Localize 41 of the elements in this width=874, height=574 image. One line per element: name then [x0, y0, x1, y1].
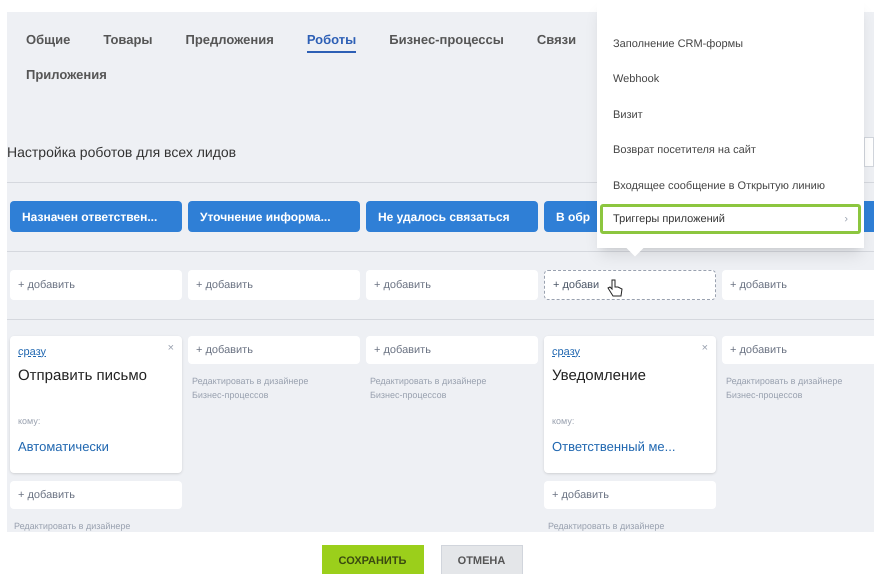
- cancel-button[interactable]: ОТМЕНА: [440, 545, 522, 574]
- add-trigger-button[interactable]: + добавить: [366, 270, 538, 300]
- add-trigger-button[interactable]: + добави: [544, 270, 716, 300]
- save-button[interactable]: СОХРАНИТЬ: [322, 545, 424, 574]
- menu-item[interactable]: Входящее сообщение в Открытую линию: [600, 168, 861, 204]
- menu-item[interactable]: Визит: [600, 97, 861, 133]
- recipient-value[interactable]: Ответственный ме...: [552, 436, 708, 456]
- stage-header[interactable]: Уточнение информа...: [188, 201, 360, 232]
- menu-item[interactable]: Заполнение CRM-формы: [600, 26, 861, 62]
- delay-link[interactable]: сразу: [18, 344, 46, 360]
- tab[interactable]: Общие: [26, 30, 70, 52]
- tab[interactable]: Связи: [536, 30, 576, 52]
- add-trigger-button[interactable]: + добавить: [10, 270, 182, 300]
- add-robot-button[interactable]: + добавить: [188, 336, 360, 364]
- hand-cursor-icon: [607, 279, 623, 297]
- robot-name: Уведомление: [552, 366, 648, 386]
- recipient-label: кому:: [18, 415, 42, 428]
- recipient-value[interactable]: Автоматически: [18, 436, 174, 456]
- robot-name: Отправить письмо: [18, 366, 148, 386]
- add-trigger-button[interactable]: + добавить: [722, 270, 874, 300]
- tab[interactable]: Бизнес-процессы: [389, 30, 504, 52]
- menu-item[interactable]: Триггеры приложений ›: [600, 204, 861, 234]
- tab[interactable]: Роботы: [306, 30, 356, 52]
- recipient-label: кому:: [552, 415, 576, 428]
- stage-header[interactable]: Назначен ответствен...: [10, 201, 182, 232]
- settings-button[interactable]: [864, 137, 874, 167]
- add-robot-button[interactable]: + добавить: [722, 336, 874, 364]
- tab[interactable]: Предложения: [186, 30, 274, 52]
- robot-card[interactable]: сразу × Уведомление кому: Ответственный ме...: [544, 336, 716, 473]
- menu-item[interactable]: Webhook: [600, 62, 861, 98]
- stage-header[interactable]: Не удалось связаться: [366, 201, 538, 232]
- menu-item[interactable]: Возврат посетителя на сайт: [600, 132, 861, 168]
- add-robot-button[interactable]: + добавить: [366, 336, 538, 364]
- add-robot-button[interactable]: + добавить: [10, 481, 182, 509]
- add-trigger-button[interactable]: + добавить: [188, 270, 360, 300]
- robot-card[interactable]: сразу × Отправить письмо кому: Автоматически: [10, 336, 182, 473]
- add-robot-button[interactable]: + добавить: [544, 481, 716, 509]
- delay-link[interactable]: сразу: [552, 344, 580, 360]
- tab[interactable]: Товары: [103, 30, 152, 52]
- page-title: Настройка роботов для всех лидов: [7, 142, 236, 162]
- tab[interactable]: Приложения: [26, 64, 107, 87]
